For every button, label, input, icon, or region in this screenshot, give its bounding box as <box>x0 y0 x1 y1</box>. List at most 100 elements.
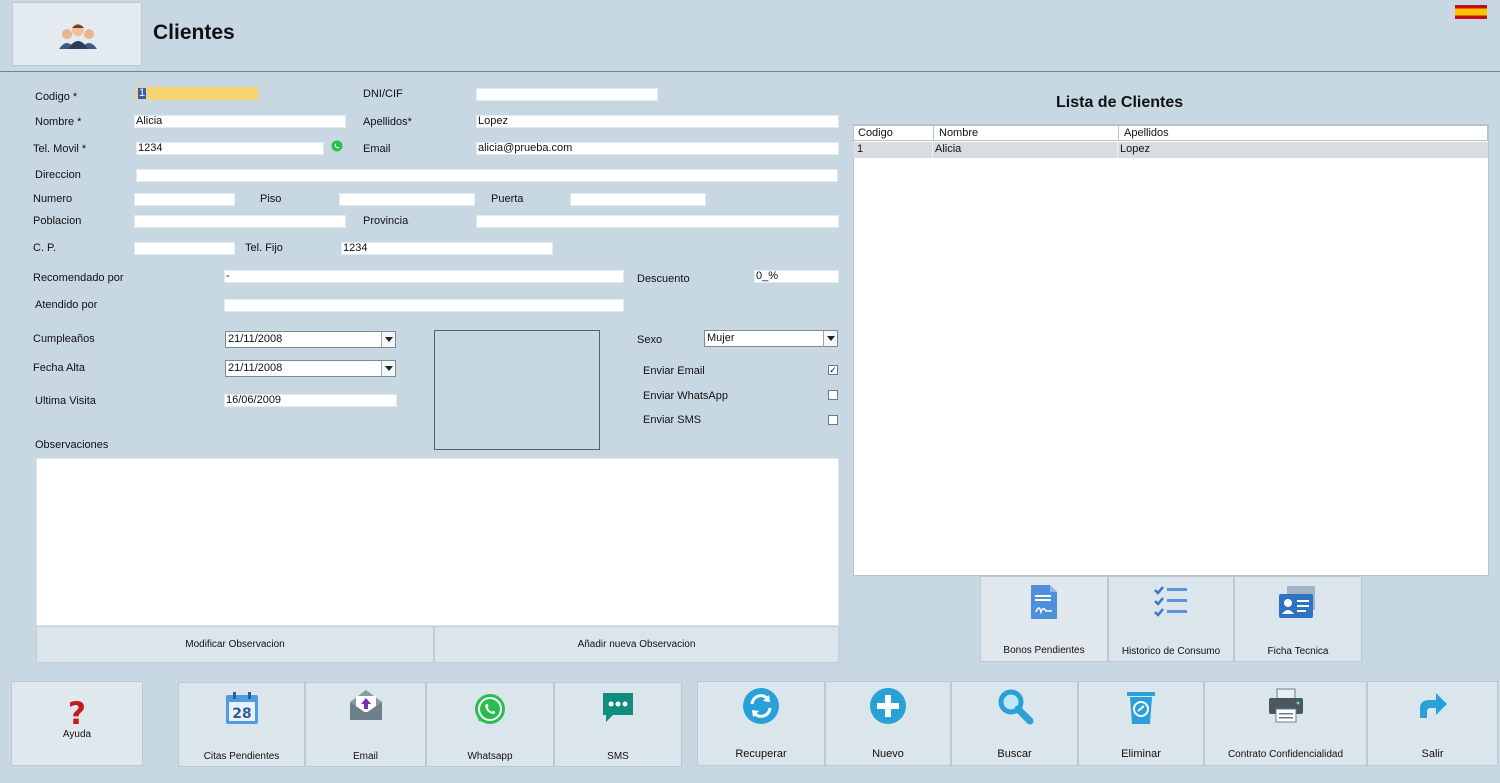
ficha-tecnica-label: Ficha Tecnica <box>1267 646 1329 657</box>
nuevo-button[interactable]: Nuevo <box>825 681 951 766</box>
numero-field[interactable] <box>134 193 235 206</box>
email-label: Email <box>352 751 378 762</box>
whatsapp-icon <box>475 694 505 724</box>
movil-label: Tel. Movil * <box>33 143 87 155</box>
column-header-apellidos[interactable]: Apellidos <box>1120 126 1480 141</box>
observaciones-label: Observaciones <box>35 439 109 451</box>
piso-field[interactable] <box>339 193 475 206</box>
sms-icon <box>603 693 633 722</box>
email-label: Email <box>363 143 391 155</box>
whatsapp-button[interactable]: Whatsapp <box>426 682 554 767</box>
recomendado-label: Recomendado por <box>33 272 124 284</box>
poblacion-label: Poblacion <box>33 215 82 227</box>
buscar-button[interactable]: Buscar <box>951 681 1078 766</box>
cp-label: C. P. <box>33 242 57 254</box>
sms-label: SMS <box>607 751 629 762</box>
calendar-icon: 28 <box>225 692 258 724</box>
fijo-field[interactable]: 1234 <box>341 242 553 255</box>
movil-field[interactable]: 1234 <box>136 142 324 155</box>
photo-frame[interactable] <box>434 330 600 450</box>
enviar-whatsapp-checkbox[interactable] <box>828 390 838 400</box>
contrato-confidencialidad-label: Contrato Confidencialidad <box>1227 749 1344 760</box>
puerta-field[interactable] <box>570 193 706 206</box>
provincia-field[interactable] <box>476 215 839 228</box>
codigo-label: Codigo * <box>35 91 78 103</box>
spain-flag-icon <box>1455 5 1487 19</box>
page-title: Clientes <box>153 21 235 44</box>
printer-icon <box>1268 688 1303 723</box>
users-icon <box>59 24 97 49</box>
observaciones-textarea[interactable] <box>36 458 839 626</box>
search-icon <box>998 689 1033 725</box>
ultima-field[interactable]: 16/06/2009 <box>224 394 397 407</box>
nuevo-label: Nuevo <box>872 748 904 760</box>
client-list-header: Codigo Nombre Apellidos <box>853 125 1488 141</box>
header-icon-tile <box>12 2 142 66</box>
nueva-observacion-button[interactable]: Añadir nueva Observacion <box>434 626 839 663</box>
envelope-icon <box>349 690 382 720</box>
checklist-icon <box>1154 586 1187 617</box>
numero-label: Numero <box>33 193 73 205</box>
atendido-field[interactable] <box>224 299 624 312</box>
direccion-label: Direccion <box>35 169 81 181</box>
modificar-observacion-button[interactable]: Modificar Observacion <box>36 626 434 663</box>
piso-label: Piso <box>260 193 282 205</box>
nombre-label: Nombre * <box>35 116 82 128</box>
sms-button[interactable]: SMS <box>554 682 682 767</box>
atendido-label: Atendido por <box>35 299 98 311</box>
enviar-email-checkbox[interactable]: ✓ <box>828 365 838 375</box>
contrato-confidencialidad-button[interactable]: Contrato Confidencialidad <box>1204 681 1367 766</box>
recuperar-button[interactable]: Recuperar <box>697 681 825 766</box>
ayuda-label: Ayuda <box>62 729 92 740</box>
table-row[interactable]: 1 Alicia Lopez <box>853 142 1488 158</box>
provincia-label: Provincia <box>363 215 409 227</box>
enviar-whatsapp-label: Enviar WhatsApp <box>643 390 728 402</box>
cp-field[interactable] <box>134 242 235 255</box>
client-list-body[interactable] <box>853 124 1489 576</box>
enviar-sms-checkbox[interactable] <box>828 415 838 425</box>
chevron-down-icon[interactable] <box>823 331 837 346</box>
descuento-field[interactable]: 0_% <box>754 270 839 283</box>
ayuda-button[interactable]: ? Ayuda <box>11 681 143 766</box>
alta-date-picker[interactable]: 21/11/2008 <box>225 360 396 377</box>
nombre-field[interactable]: Alicia <box>134 115 346 128</box>
puerta-label: Puerta <box>491 193 524 205</box>
column-header-codigo[interactable]: Codigo <box>854 126 934 141</box>
historico-consumo-label: Historico de Consumo <box>1121 646 1221 657</box>
email-button[interactable]: Email <box>305 682 426 767</box>
dni-label: DNI/CIF <box>363 88 403 100</box>
salir-label: Salir <box>1421 748 1444 760</box>
modificar-observacion-label: Modificar Observacion <box>185 639 285 650</box>
cell-nombre: Alicia <box>935 143 962 155</box>
citas-pendientes-label: Citas Pendientes <box>203 751 280 762</box>
codigo-field[interactable]: 1 <box>136 87 258 100</box>
chevron-down-icon[interactable] <box>381 361 395 376</box>
direccion-field[interactable] <box>136 169 838 182</box>
whatsapp-label: Whatsapp <box>467 751 513 762</box>
nueva-observacion-label: Añadir nueva Observacion <box>577 639 696 650</box>
enviar-sms-label: Enviar SMS <box>643 414 702 426</box>
alta-label: Fecha Alta <box>33 362 85 374</box>
trash-icon <box>1127 692 1155 724</box>
sexo-select[interactable]: Mujer <box>704 330 838 347</box>
cumple-date-picker[interactable]: 21/11/2008 <box>225 331 396 348</box>
ultima-label: Ultima Visita <box>35 395 96 407</box>
bonos-pendientes-button[interactable]: Bonos Pendientes <box>980 576 1108 662</box>
dni-field[interactable] <box>476 88 658 101</box>
poblacion-field[interactable] <box>134 215 346 228</box>
email-field[interactable]: alicia@prueba.com <box>476 142 839 155</box>
citas-pendientes-button[interactable]: 28 Citas Pendientes <box>178 682 305 767</box>
cell-codigo: 1 <box>857 143 864 155</box>
fijo-label: Tel. Fijo <box>245 242 283 254</box>
ficha-tecnica-button[interactable]: Ficha Tecnica <box>1234 576 1362 662</box>
eliminar-button[interactable]: Eliminar <box>1078 681 1204 766</box>
whatsapp-small-icon[interactable] <box>331 140 343 152</box>
chevron-down-icon[interactable] <box>381 332 395 347</box>
exit-arrow-icon <box>1419 693 1447 718</box>
recomendado-field[interactable]: - <box>224 270 624 283</box>
salir-button[interactable]: Salir <box>1367 681 1498 766</box>
plus-icon <box>870 688 906 724</box>
column-header-nombre[interactable]: Nombre <box>935 126 1119 141</box>
apellidos-field[interactable]: Lopez <box>476 115 839 128</box>
historico-consumo-button[interactable]: Historico de Consumo <box>1108 576 1234 662</box>
